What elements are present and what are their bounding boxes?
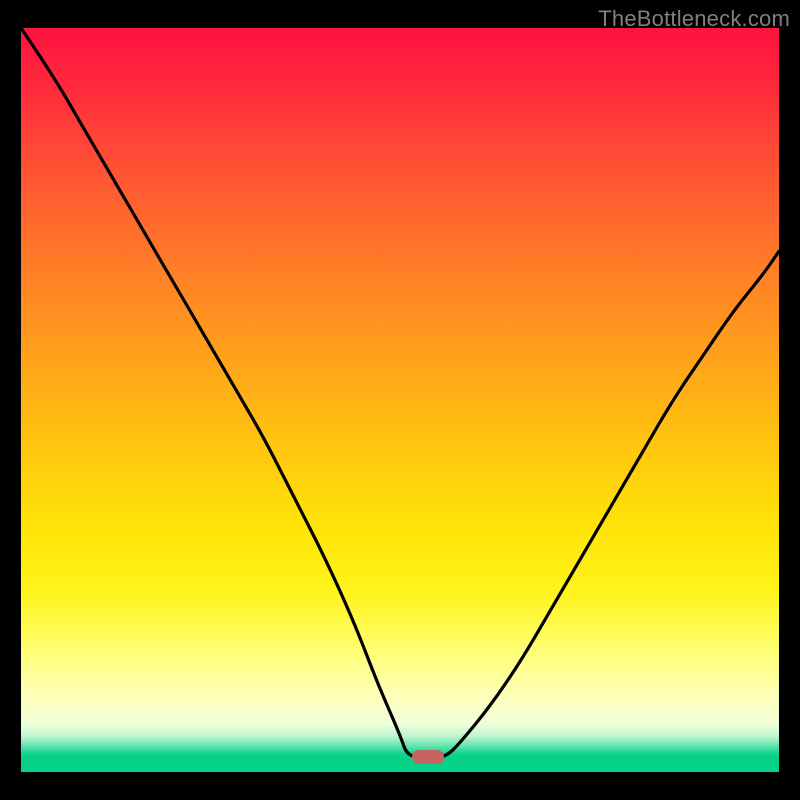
plot-area: [21, 28, 779, 772]
bottleneck-curve: [21, 28, 779, 772]
watermark-text: TheBottleneck.com: [598, 6, 790, 32]
curve-path: [21, 28, 779, 757]
chart-frame: TheBottleneck.com: [0, 0, 800, 800]
trough-indicator: [412, 750, 444, 764]
